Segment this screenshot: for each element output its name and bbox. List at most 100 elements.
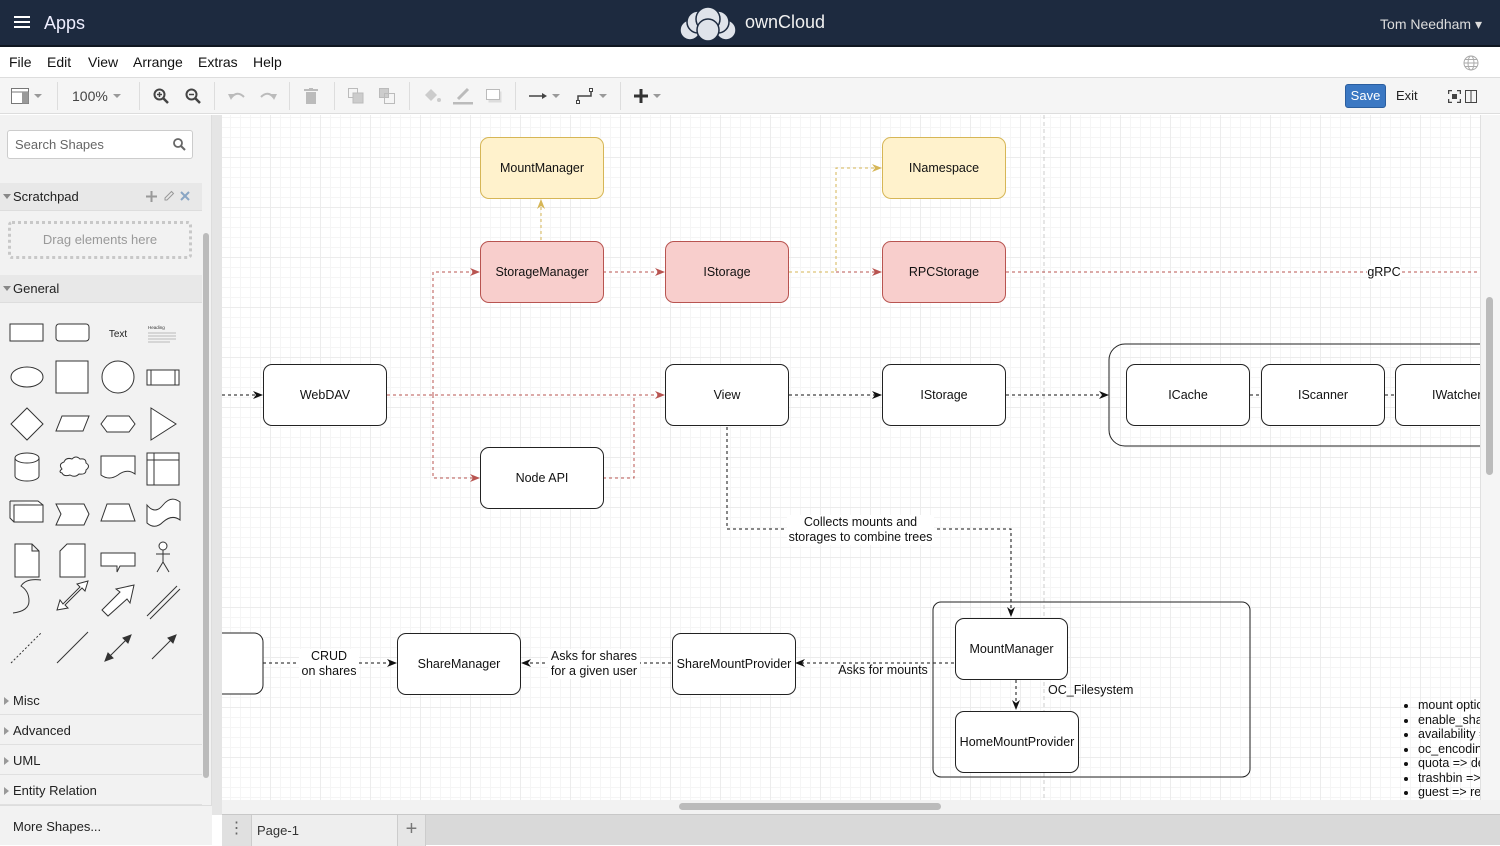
zoom-in-button[interactable] — [153, 86, 169, 106]
search-shapes-input[interactable]: Search Shapes — [7, 130, 193, 159]
menu-help[interactable]: Help — [253, 54, 282, 70]
redo-button[interactable] — [259, 86, 277, 106]
fullscreen-button[interactable] — [1448, 86, 1461, 106]
shape-circle[interactable] — [101, 360, 135, 394]
close-scratchpad-icon[interactable] — [180, 191, 190, 201]
shape-document[interactable] — [100, 455, 136, 479]
shape-card[interactable] — [59, 543, 86, 578]
menu-extras[interactable]: Extras — [198, 54, 238, 70]
shape-curve[interactable] — [12, 579, 42, 614]
add-scratchpad-icon[interactable] — [146, 191, 157, 202]
mount-options-list[interactable]: mount options enable_sharing availabilit… — [1402, 698, 1480, 800]
node-mountmanager-bottom[interactable]: MountManager — [955, 618, 1068, 680]
language-globe-icon[interactable] — [1463, 55, 1479, 71]
zoom-out-button[interactable] — [185, 86, 201, 106]
edge-label-collects[interactable]: Collects mounts and storages to combine … — [787, 515, 934, 545]
sidebar-splitter[interactable] — [212, 115, 222, 815]
hamburger-menu-icon[interactable] — [14, 16, 30, 29]
connection-style-select[interactable] — [529, 86, 560, 106]
section-misc[interactable]: Misc — [0, 685, 202, 715]
delete-button[interactable] — [304, 86, 318, 106]
node-webdav[interactable]: WebDAV — [263, 364, 387, 426]
more-shapes-button[interactable]: More Shapes... — [0, 805, 212, 845]
shape-square[interactable] — [55, 360, 89, 394]
vertical-scroll-thumb[interactable] — [1486, 297, 1493, 475]
edge-label-grpc[interactable]: gRPC — [1367, 265, 1401, 280]
scratchpad-header[interactable]: Scratchpad — [0, 183, 202, 211]
shape-heading-textbox[interactable]: Heading — [148, 325, 176, 343]
shape-rounded-rectangle[interactable] — [55, 323, 90, 342]
edge-webdav-to-nodeapi[interactable] — [432, 395, 480, 482]
toggle-format-panel-button[interactable] — [1465, 86, 1477, 106]
shadow-button[interactable] — [486, 86, 502, 106]
node-view[interactable]: View — [665, 364, 789, 426]
shape-internal-storage[interactable] — [146, 452, 180, 486]
edge-nodeapi-to-view[interactable] — [603, 395, 635, 479]
shape-callout[interactable] — [100, 552, 136, 573]
section-advanced[interactable]: Advanced — [0, 715, 202, 745]
node-storagemanager[interactable]: StorageManager — [480, 241, 604, 303]
menu-arrange[interactable]: Arrange — [133, 54, 183, 70]
node-istorage-top[interactable]: IStorage — [665, 241, 789, 303]
section-uml[interactable]: UML — [0, 745, 202, 775]
node-homemountprovider[interactable]: HomeMountProvider — [955, 711, 1079, 773]
shape-cube[interactable] — [9, 500, 44, 523]
shape-ellipse[interactable] — [10, 366, 44, 388]
shape-dotted-line[interactable] — [10, 631, 43, 664]
container-label-oc-filesystem[interactable]: OC_Filesystem — [1048, 683, 1138, 698]
to-back-button[interactable] — [379, 86, 395, 106]
save-button[interactable]: Save — [1345, 84, 1386, 108]
zoom-level-select[interactable]: 100% — [72, 86, 121, 106]
node-sharemanager[interactable]: ShareManager — [397, 633, 521, 695]
page-tab-current[interactable]: Page-1 — [252, 815, 397, 846]
edge-label-asks-shares[interactable]: Asks for shares for a given user — [548, 649, 640, 679]
apps-menu-label[interactable]: Apps — [44, 13, 85, 34]
shape-diamond[interactable] — [10, 407, 44, 441]
fill-color-button[interactable] — [423, 86, 441, 106]
left-client-node[interactable] — [222, 632, 264, 695]
shape-cloud[interactable] — [59, 456, 89, 477]
shape-hexagon[interactable] — [100, 415, 136, 433]
shape-rectangle[interactable] — [9, 323, 44, 342]
node-rpcstorage[interactable]: RPCStorage — [882, 241, 1006, 303]
shape-parallelogram[interactable] — [55, 415, 90, 432]
scratchpad-dropzone[interactable]: Drag elements here — [8, 221, 192, 259]
diagram-canvas[interactable]: MountManager INamespace StorageManager I… — [222, 115, 1480, 800]
shape-triangle[interactable] — [150, 407, 177, 441]
edge-label-crud[interactable]: CRUD on shares — [299, 649, 359, 679]
shape-note[interactable] — [14, 543, 40, 578]
canvas-vertical-scrollbar[interactable] — [1480, 115, 1500, 800]
shape-actor[interactable] — [156, 541, 170, 573]
format-panel-toggle[interactable] — [11, 86, 42, 106]
shape-directional-connector[interactable] — [151, 634, 177, 660]
menu-file[interactable]: File — [9, 54, 32, 70]
page-menu-button[interactable]: ⋮ — [222, 815, 252, 846]
node-mountmanager-top[interactable]: MountManager — [480, 137, 604, 199]
horizontal-scroll-thumb[interactable] — [679, 803, 941, 810]
shape-process[interactable] — [146, 369, 180, 386]
edge-webdav-to-storagemanager[interactable] — [432, 268, 480, 395]
edge-label-asks-mounts[interactable]: Asks for mounts — [836, 663, 930, 678]
to-front-button[interactable] — [348, 86, 364, 106]
shape-step[interactable] — [55, 503, 90, 526]
shape-tape[interactable] — [146, 498, 181, 527]
node-icache[interactable]: ICache — [1126, 364, 1250, 426]
add-page-button[interactable]: + — [397, 815, 426, 846]
shape-link[interactable] — [146, 585, 181, 620]
shape-arrow[interactable] — [101, 584, 135, 617]
edge-istorage-to-inamespace[interactable] — [789, 164, 882, 273]
node-istorage-mid[interactable]: IStorage — [882, 364, 1006, 426]
node-sharemountprovider[interactable]: ShareMountProvider — [672, 633, 796, 695]
waypoints-select[interactable] — [576, 86, 607, 106]
shape-text[interactable]: Text — [109, 329, 128, 340]
search-icon[interactable] — [173, 138, 186, 151]
undo-button[interactable] — [228, 86, 246, 106]
section-entity-relation[interactable]: Entity Relation — [0, 775, 202, 805]
line-color-button[interactable] — [453, 86, 473, 106]
node-inamespace[interactable]: INamespace — [882, 137, 1006, 199]
shape-line[interactable] — [56, 631, 89, 664]
exit-button[interactable]: Exit — [1396, 88, 1418, 103]
node-iwatcher[interactable]: IWatcher — [1395, 364, 1480, 426]
canvas-horizontal-scrollbar[interactable] — [222, 800, 1500, 814]
shape-bidirectional-connector[interactable] — [104, 634, 132, 662]
